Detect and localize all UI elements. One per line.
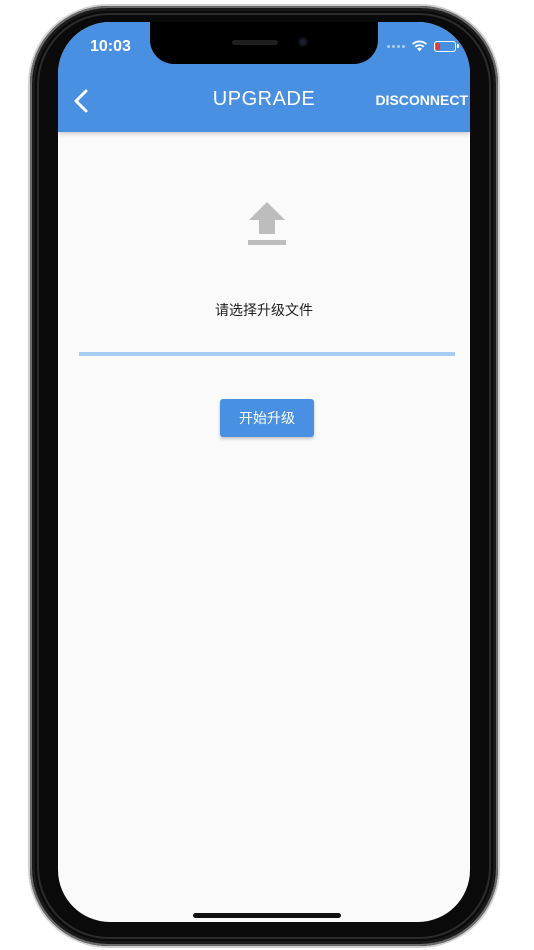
home-indicator: [193, 913, 341, 918]
status-time: 10:03: [90, 38, 131, 55]
phone-notch: [150, 22, 378, 64]
disconnect-button[interactable]: DISCONNECT: [375, 92, 468, 108]
signal-dots-icon: [387, 44, 405, 48]
phone-screen: 10:03 UPGRADE DISCONNECT 请选择升级文件 开始升级: [58, 22, 470, 922]
app-bar: 10:03 UPGRADE DISCONNECT: [58, 22, 470, 132]
upload-icon: [248, 202, 286, 245]
wifi-icon: [412, 40, 427, 52]
status-icons: [387, 40, 459, 52]
page: 10:03 UPGRADE DISCONNECT 请选择升级文件 开始升级: [0, 0, 534, 950]
select-file-prompt[interactable]: 请选择升级文件: [58, 300, 470, 320]
start-upgrade-button[interactable]: 开始升级: [220, 399, 314, 437]
battery-icon: [434, 40, 459, 52]
upgrade-progress-bar: [79, 352, 455, 356]
